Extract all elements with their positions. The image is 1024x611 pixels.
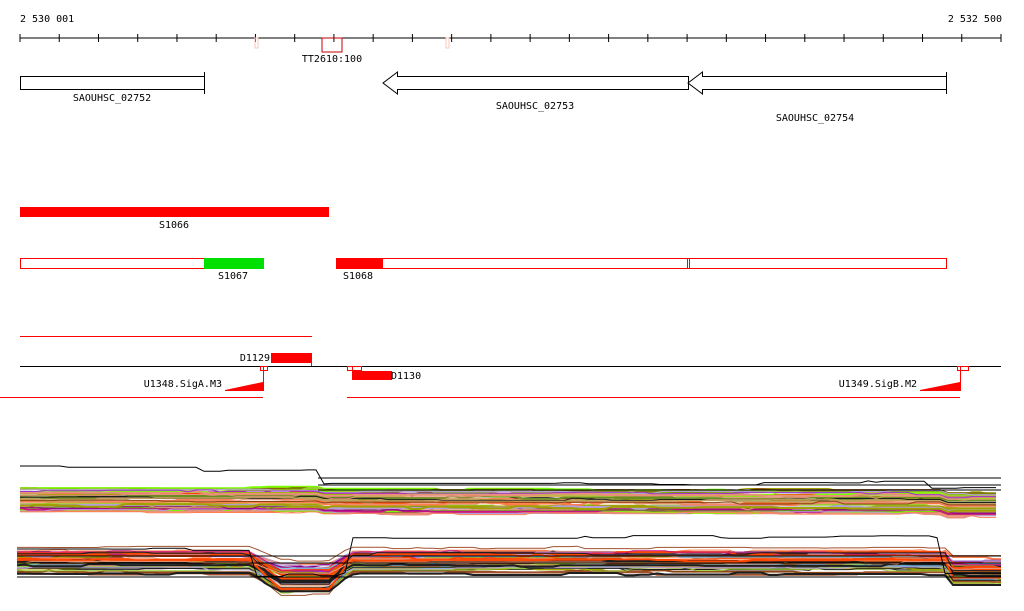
deletion-bar[interactable] <box>271 353 312 363</box>
expression-traces-lower <box>16 535 1002 596</box>
expression-trace <box>17 571 1001 593</box>
site-marker <box>347 366 353 371</box>
deletion-bar[interactable] <box>352 371 392 380</box>
gene-SAOUHSC_02754[interactable]: SAOUHSC_02754 <box>687 70 947 124</box>
site-marker <box>352 366 362 371</box>
terminator-TT2610[interactable]: TT2610:100 <box>302 37 362 65</box>
gene-arrow[interactable] <box>382 70 689 96</box>
segment-label: S1068 <box>343 271 373 282</box>
segment-S1066[interactable]: S1066 <box>20 207 329 231</box>
faint-marker <box>254 37 259 49</box>
deletion-D1130[interactable]: D1130 <box>352 371 421 382</box>
promoter-wedge[interactable] <box>920 382 960 391</box>
segment-highlight <box>204 258 264 269</box>
ruler-start-label: 2 530 001 <box>20 14 74 25</box>
gene-label: SAOUHSC_02752 <box>73 93 151 104</box>
ruler-end-label: 2 532 500 <box>948 14 1002 25</box>
promoter-label: U1348.SigA.M3 <box>144 379 222 390</box>
coordinate-ruler: 2 530 001 2 532 500 <box>19 14 1002 42</box>
expression-traces-upper <box>19 465 1001 519</box>
deletion-label: D1130 <box>391 371 421 382</box>
gene-label: SAOUHSC_02753 <box>496 101 574 112</box>
segment-bar[interactable] <box>20 207 329 217</box>
promoter-U1348[interactable]: U1348.SigA.M3 <box>144 366 264 391</box>
promoter-wedge[interactable] <box>225 382 263 391</box>
segment-label: S1067 <box>218 271 248 282</box>
gene-SAOUHSC_02753[interactable]: SAOUHSC_02753 <box>382 70 689 112</box>
terminator-label: TT2610:100 <box>302 54 362 65</box>
promoter-U1349[interactable]: U1349.SigB.M2 <box>839 366 961 391</box>
segment-highlight <box>336 258 383 269</box>
deletion-label: D1129 <box>240 353 270 364</box>
gene-label: SAOUHSC_02754 <box>776 113 854 124</box>
terminator-box[interactable] <box>321 37 343 53</box>
deletion-D1129[interactable]: D1129 <box>240 353 312 366</box>
faint-marker <box>445 37 450 49</box>
gene-box[interactable] <box>20 76 205 90</box>
genome-browser-canvas: 2 530 001 2 532 500 TT2610:100 SAOUHSC_0… <box>0 14 1002 596</box>
segment-bar[interactable] <box>336 258 947 269</box>
gene-SAOUHSC_02752[interactable]: SAOUHSC_02752 <box>20 72 205 104</box>
gene-arrow[interactable] <box>687 70 947 96</box>
segment-S1067[interactable]: S1067 <box>20 258 265 282</box>
segment-label: S1066 <box>159 220 189 231</box>
site-marker <box>957 366 969 371</box>
promoter-label: U1349.SigB.M2 <box>839 379 917 390</box>
segment-S1068[interactable]: S1068 <box>336 258 947 282</box>
